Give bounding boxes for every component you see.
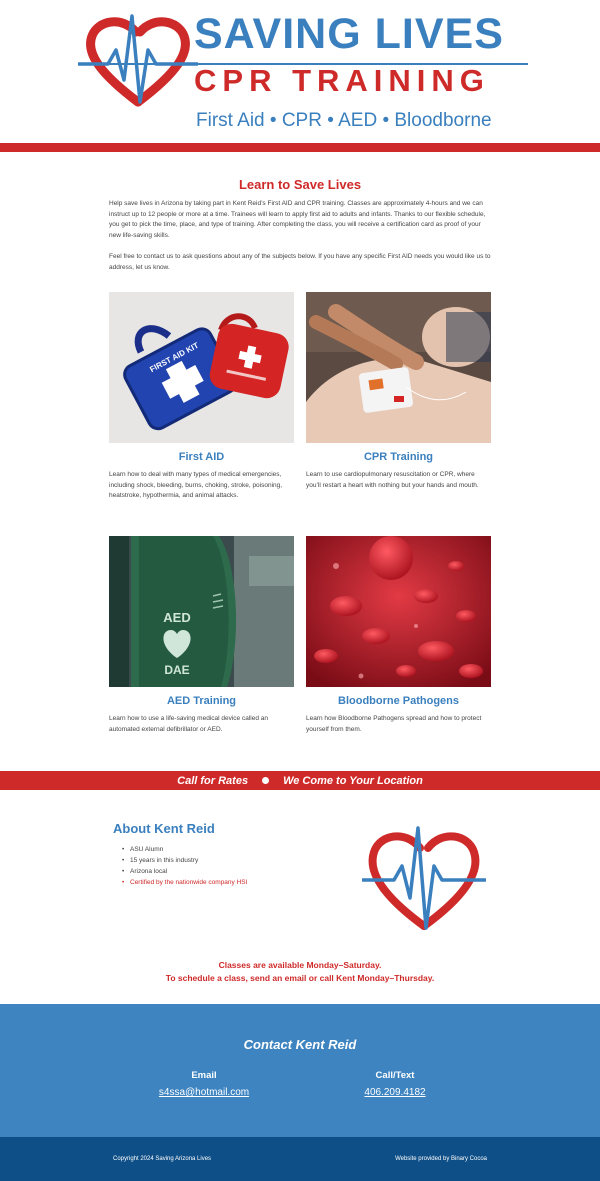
card-description: Learn to use cardiopulmonary resuscitati… [306,471,479,489]
service-card-first-aid: FIRST AID KIT First AID Learn how to dea… [109,292,294,502]
card-description: Learn how Bloodborne Pathogens spread an… [306,715,482,733]
intro-paragraph: Feel free to contact us to ask questions… [109,253,491,271]
blood-cells-image [306,536,491,687]
service-card-aed: AED DAE AED Training Learn how to use a … [109,536,294,735]
phone-label: Call/Text [375,1070,415,1081]
heart-pulse-logo-icon [362,826,486,930]
site-footer: Copyright 2024 Saving Arizona Lives Webs… [0,1137,600,1181]
list-item: ASU Alumn [122,844,247,855]
bullet-dot-icon [262,777,270,784]
schedule-notice: Classes are available Monday–Saturday. T… [0,959,600,985]
phone-link[interactable]: 406.209.4182 [364,1087,425,1098]
first-aid-kit-image: FIRST AID KIT [109,292,294,443]
banner-call-for-rates: Call for Rates [177,774,249,787]
card-title: AED Training [166,695,237,707]
aed-device-image: AED DAE [109,536,294,687]
service-card-bloodborne: Bloodborne Pathogens Learn how Bloodborn… [306,536,491,735]
contact-title: Contact Kent Reid [243,1037,357,1052]
intro-title: Learn to Save Lives [238,177,362,192]
service-card-cpr: CPR Training Learn to use cardiopulmonar… [306,292,491,491]
contact-phone-column: Call/Text 406.209.4182 [305,1070,485,1100]
services-tagline: First Aid • CPR • AED • Bloodborne [196,110,492,131]
contact-email-column: Email s4ssa@hotmail.com [114,1070,294,1100]
footer-credit-link[interactable]: Website provided by Binary Cocoa [395,1156,487,1162]
card-description: Learn how to deal with many types of med… [109,471,283,500]
dae-label-text: DAE [164,663,189,677]
list-item: 15 years in this industry [122,855,247,866]
schedule-line: Classes are available Monday–Saturday. [218,960,382,970]
email-link[interactable]: s4ssa@hotmail.com [159,1087,249,1098]
card-title: Bloodborne Pathogens [338,695,459,707]
banner-location: We Come to Your Location [283,774,423,787]
card-title: CPR Training [363,451,434,463]
brand-title[interactable]: SAVING LIVES [194,10,504,58]
cpr-manikin-image [306,292,491,443]
about-title: About Kent Reid [113,821,215,836]
promo-banner: Call for Rates We Come to Your Location [0,771,600,790]
schedule-line: To schedule a class, send an email or ca… [165,973,435,983]
site-header: SAVING LIVES CPR TRAINING First Aid • CP… [0,0,600,143]
heart-pulse-logo-icon[interactable] [78,10,198,110]
about-list: ASU Alumn 15 years in this industry Ariz… [122,844,247,888]
email-label: Email [191,1070,217,1081]
contact-section: Contact Kent Reid Email s4ssa@hotmail.co… [0,1004,600,1137]
brand-subtitle: CPR TRAINING [194,63,490,98]
footer-copyright: Copyright 2024 Saving Arizona Lives [113,1156,212,1162]
card-description: Learn how to use a life-saving medical d… [109,715,268,733]
aed-label-text: AED [163,610,190,625]
card-title: First AID [178,451,225,463]
list-item: Certified by the nationwide company HSI [122,877,247,888]
intro-paragraph: Help save lives in Arizona by taking par… [109,200,486,240]
header-red-bar [0,143,600,152]
list-item: Arizona local [122,866,247,877]
